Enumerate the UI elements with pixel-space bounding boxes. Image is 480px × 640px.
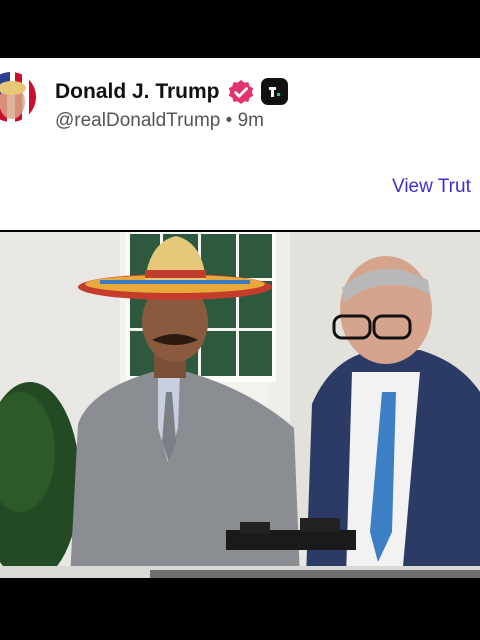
post-photo[interactable]	[0, 232, 480, 578]
handle-row: @realDonaldTrump • 9m	[55, 110, 264, 132]
post-header-card: Donald J. Trump @realDonaldTrump • 9m Vi…	[0, 58, 480, 230]
separator-dot: •	[225, 110, 233, 131]
author-name[interactable]: Donald J. Trump	[55, 80, 220, 104]
bottom-bar	[0, 578, 480, 640]
verified-badge-icon	[228, 79, 253, 104]
emoji-overlay: 😂 😂 😂	[0, 0, 480, 65]
press-scene-image	[0, 232, 480, 578]
post-time: 9m	[237, 110, 264, 131]
author-handle[interactable]: @realDonaldTrump	[55, 110, 220, 131]
view-truth-link[interactable]: View Trut	[392, 176, 471, 198]
avatar[interactable]	[0, 72, 36, 122]
truth-social-logo-icon	[260, 78, 288, 105]
